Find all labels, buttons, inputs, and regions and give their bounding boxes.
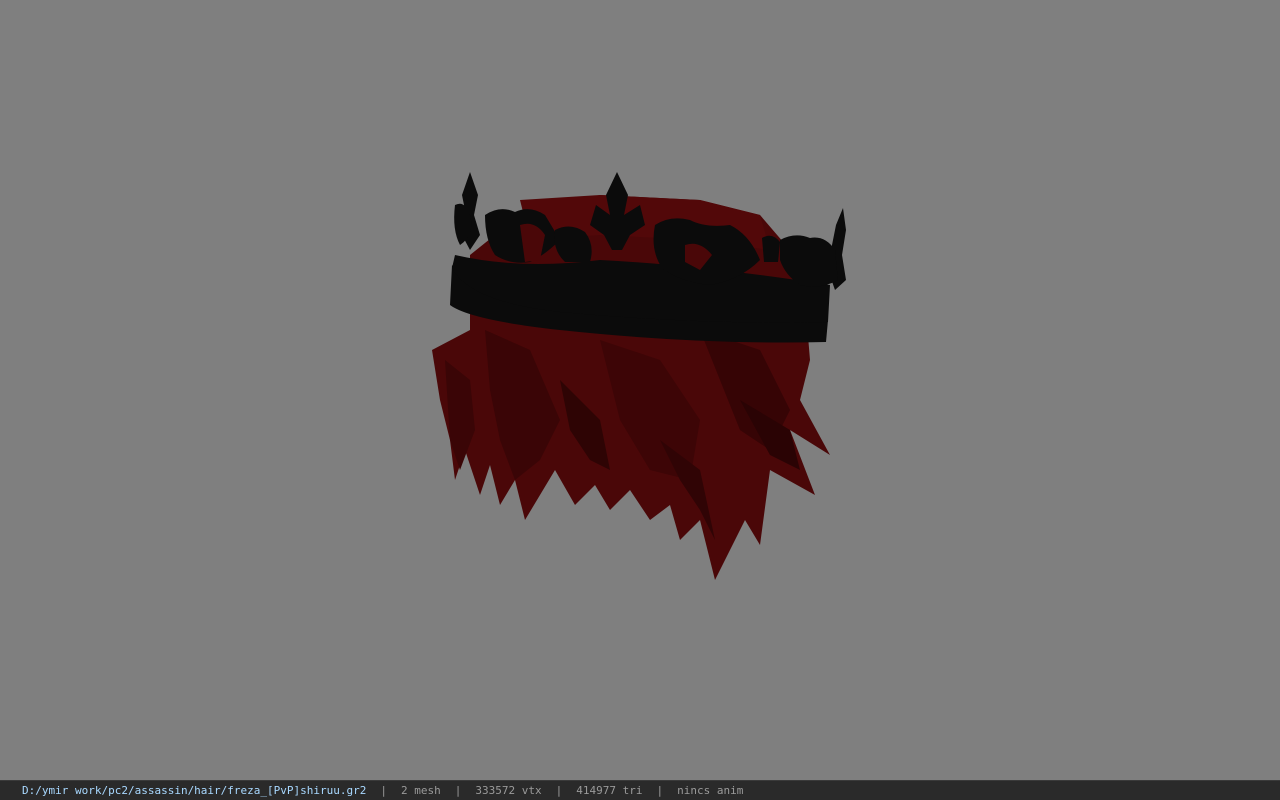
3d-viewport[interactable] (0, 0, 1280, 780)
separator: | (380, 784, 387, 797)
file-path: D:/ymir work/pc2/assassin/hair/freza_[Pv… (22, 784, 367, 797)
mesh-count: 2 mesh (401, 784, 441, 797)
separator: | (454, 784, 462, 797)
triangle-count: 414977 tri (576, 784, 643, 797)
model-render[interactable] (0, 0, 1280, 780)
status-bar: D:/ymir work/pc2/assassin/hair/freza_[Pv… (0, 780, 1280, 800)
vertex-count: 333572 vtx (475, 784, 542, 797)
separator: | (656, 784, 664, 797)
separator: | (555, 784, 563, 797)
animation-status: nincs anim (677, 784, 744, 797)
